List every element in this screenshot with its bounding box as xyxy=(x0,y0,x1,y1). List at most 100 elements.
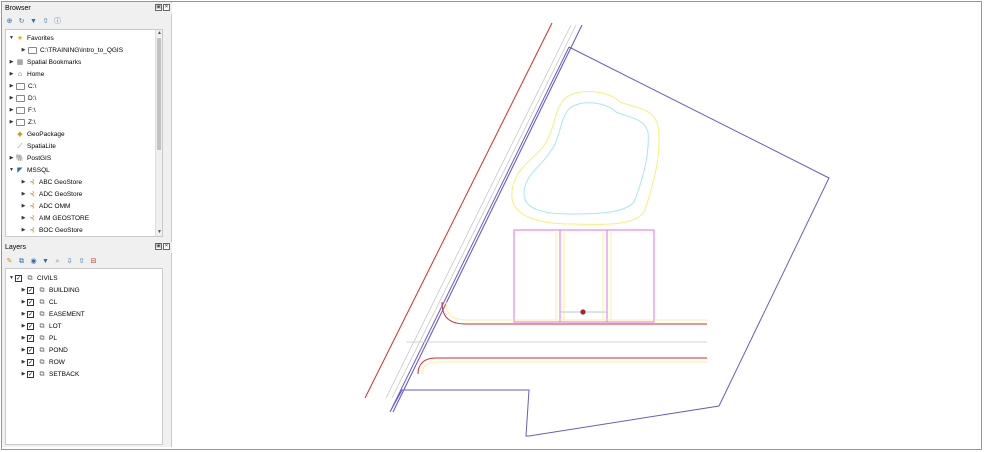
float-icon[interactable]: ▣ xyxy=(155,243,162,250)
folder-icon xyxy=(16,82,25,90)
browser-item[interactable]: ▼ ★ Favorites xyxy=(8,32,54,44)
style-icon[interactable]: ✎ xyxy=(5,257,14,266)
layers-tree[interactable]: ▼ ✓ ⧉ CIVILS ▶ ✓ ⧉ BUILDING ▶ ✓ ⧉ CL ▶ ✓ ⧉ EASEMENT ▶ ✓ ⧉ L… xyxy=(5,268,163,445)
filter-icon[interactable]: ▼ xyxy=(29,17,38,26)
browser-item[interactable]: ▶ ⊰ BOC GeoStore xyxy=(20,224,83,236)
visibility-checkbox[interactable]: ✓ xyxy=(27,346,34,354)
scroll-down-icon[interactable]: ▼ xyxy=(156,229,162,236)
browser-item[interactable]: ▼ ◤ MSSQL xyxy=(8,164,50,176)
collapse-all-icon[interactable]: ⇧ xyxy=(41,17,50,26)
collapsed-arrow-icon[interactable]: ▶ xyxy=(20,287,27,293)
expand-all-icon[interactable]: ⇩ xyxy=(65,257,74,266)
collapsed-arrow-icon[interactable]: ▶ xyxy=(20,47,27,53)
scroll-thumb[interactable] xyxy=(157,38,161,150)
collapsed-arrow-icon[interactable]: ▶ xyxy=(20,311,27,317)
collapsed-arrow-icon[interactable]: ▶ xyxy=(8,71,15,77)
browser-item-label: D:\ xyxy=(28,94,37,102)
close-icon[interactable]: ✕ xyxy=(163,243,170,250)
layer-item[interactable]: ▶ ✓ ⧉ ROW xyxy=(20,356,65,368)
layer-item[interactable]: ▶ ✓ ⧉ LOT xyxy=(20,320,62,332)
visibility-checkbox[interactable]: ✓ xyxy=(27,370,34,378)
scroll-up-icon[interactable]: ▲ xyxy=(156,30,162,37)
collapsed-arrow-icon[interactable]: ▶ xyxy=(20,215,27,221)
filter-legend-icon[interactable]: ⌕ xyxy=(53,257,62,266)
visibility-checkbox[interactable]: ✓ xyxy=(27,310,34,318)
browser-item[interactable]: ▶ D:\ xyxy=(8,92,36,104)
folder-icon xyxy=(16,106,25,114)
browser-item[interactable]: ▶ ⊰ ABC GeoStore xyxy=(20,176,82,188)
layer-label: POND xyxy=(49,346,68,354)
browser-item[interactable]: ▶ ⌂ Home xyxy=(8,68,45,80)
add-group-icon[interactable]: ⧉ xyxy=(17,257,26,266)
add-layer-icon[interactable]: ⊕ xyxy=(5,17,14,26)
collapsed-arrow-icon[interactable]: ▶ xyxy=(20,347,27,353)
float-icon[interactable]: ▣ xyxy=(155,4,162,11)
layer-label: PL xyxy=(49,334,57,342)
layer-item[interactable]: ▶ ✓ ⧉ POND xyxy=(20,344,68,356)
property-line xyxy=(389,46,830,437)
browser-item[interactable]: ▶ C:\ xyxy=(8,80,36,92)
collapsed-arrow-icon[interactable]: ▶ xyxy=(20,203,27,209)
collapsed-arrow-icon[interactable]: ▶ xyxy=(20,227,27,233)
lot-outline xyxy=(513,229,655,323)
layers-panel-controls: ▣ ✕ xyxy=(155,243,170,250)
browser-item[interactable]: ▶ F:\ xyxy=(8,104,36,116)
collapsed-arrow-icon[interactable]: ▶ xyxy=(20,299,27,305)
browser-item[interactable]: ▶ C:\TRAINING\Intro_to_QGIS xyxy=(20,44,123,56)
connection-icon: ⊰ xyxy=(29,214,35,222)
expanded-arrow-icon[interactable]: ▼ xyxy=(8,275,15,281)
layer-item[interactable]: ▶ ✓ ⧉ CL xyxy=(20,296,57,308)
browser-item[interactable]: ⟋ SpatiaLite xyxy=(8,140,56,152)
expanded-arrow-icon[interactable]: ▼ xyxy=(8,167,15,173)
visibility-checkbox[interactable]: ✓ xyxy=(27,322,34,330)
layer-item[interactable]: ▶ ✓ ⧉ PL xyxy=(20,332,57,344)
visibility-checkbox[interactable]: ✓ xyxy=(27,298,34,306)
layer-group[interactable]: ▼ ✓ ⧉ CIVILS xyxy=(8,272,58,284)
browser-item[interactable]: ▶ ⊰ ADC GeoStore xyxy=(20,188,83,200)
collapsed-arrow-icon[interactable]: ▶ xyxy=(20,179,27,185)
map-drawing[interactable] xyxy=(174,2,980,447)
expanded-arrow-icon[interactable]: ▼ xyxy=(8,35,15,41)
info-icon[interactable]: ⓘ xyxy=(53,17,62,26)
filter-icon[interactable]: ▼ xyxy=(41,257,50,266)
collapsed-arrow-icon[interactable]: ▶ xyxy=(20,359,27,365)
collapsed-arrow-icon[interactable]: ▶ xyxy=(8,107,15,113)
browser-tree[interactable]: ▲ ▼ ▼ ★ Favorites ▶ C:\TRAINING\Intro_to_QGI… xyxy=(5,29,163,237)
visibility-checkbox[interactable]: ✓ xyxy=(27,334,34,342)
property-line-west xyxy=(392,24,583,413)
browser-item[interactable]: ▶ ▦ Spatial Bookmarks xyxy=(8,56,82,68)
browser-scrollbar[interactable]: ▲ ▼ xyxy=(155,30,162,236)
layers-panel-title: Layers ▣ ✕ xyxy=(2,242,172,253)
collapsed-arrow-icon[interactable]: ▶ xyxy=(20,371,27,377)
layer-item[interactable]: ▶ ✓ ⧉ EASEMENT xyxy=(20,308,85,320)
survey-point[interactable] xyxy=(580,309,586,315)
collapsed-arrow-icon[interactable]: ▶ xyxy=(8,59,15,65)
collapsed-arrow-icon[interactable]: ▶ xyxy=(20,335,27,341)
collapsed-arrow-icon[interactable]: ▶ xyxy=(8,83,15,89)
collapsed-arrow-icon[interactable]: ▶ xyxy=(20,191,27,197)
browser-item[interactable]: ▶ ⊰ AIM GEOSTORE xyxy=(20,212,90,224)
group-icon: ⧉ xyxy=(27,274,33,282)
map-canvas[interactable] xyxy=(174,2,980,447)
close-icon[interactable]: ✕ xyxy=(163,4,170,11)
collapsed-arrow-icon[interactable]: ▶ xyxy=(8,95,15,101)
visibility-checkbox[interactable]: ✓ xyxy=(27,286,34,294)
browser-item[interactable]: ▶ Z:\ xyxy=(8,116,36,128)
refresh-icon[interactable]: ↻ xyxy=(17,17,26,26)
collapsed-arrow-icon[interactable]: ▶ xyxy=(8,119,15,125)
browser-item[interactable]: ▶ 🐘 PostGIS xyxy=(8,152,52,164)
layer-item[interactable]: ▶ ✓ ⧉ SETBACK xyxy=(20,368,79,380)
manage-map-themes-icon[interactable]: ◉ xyxy=(29,257,38,266)
layer-label: SETBACK xyxy=(49,370,80,378)
browser-item-label: SpatiaLite xyxy=(27,142,56,150)
visibility-checkbox[interactable]: ✓ xyxy=(27,358,34,366)
street-row-north xyxy=(441,301,707,325)
collapsed-arrow-icon[interactable]: ▶ xyxy=(8,155,15,161)
collapsed-arrow-icon[interactable]: ▶ xyxy=(20,323,27,329)
layer-item[interactable]: ▶ ✓ ⧉ BUILDING xyxy=(20,284,80,296)
browser-item[interactable]: ▶ ⊰ ADC OMM xyxy=(20,200,71,212)
visibility-checkbox[interactable]: ✓ xyxy=(15,274,22,282)
remove-layer-icon[interactable]: ⊟ xyxy=(89,257,98,266)
browser-item[interactable]: ◆ GeoPackage xyxy=(8,128,64,140)
collapse-all-icon[interactable]: ⇧ xyxy=(77,257,86,266)
